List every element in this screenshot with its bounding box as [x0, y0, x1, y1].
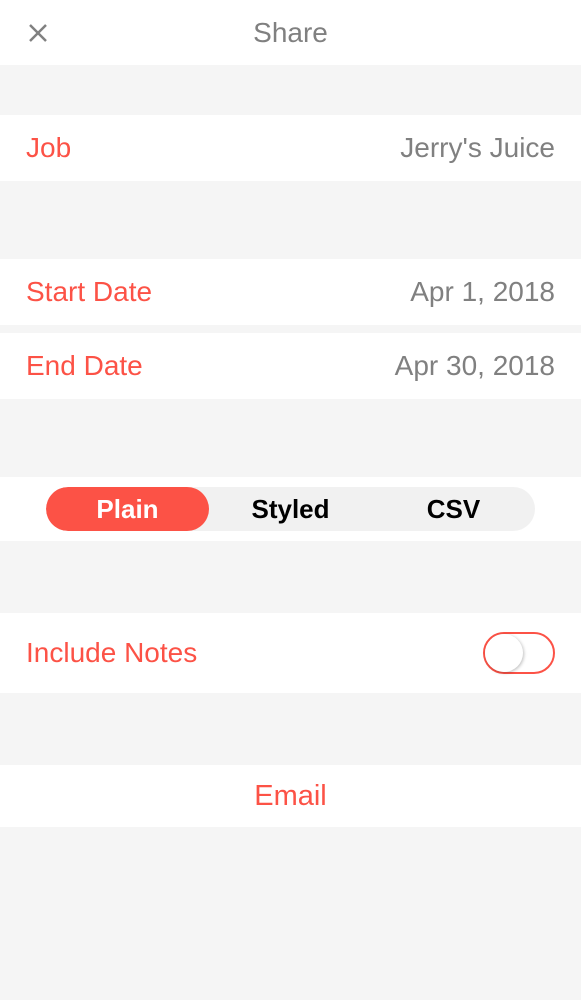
page-title: Share	[253, 17, 328, 49]
email-label: Email	[254, 780, 327, 813]
format-option-plain[interactable]: Plain	[46, 487, 209, 531]
spacer	[0, 325, 581, 333]
job-label: Job	[26, 132, 71, 164]
include-notes-toggle[interactable]	[483, 632, 555, 674]
include-notes-row: Include Notes	[0, 613, 581, 693]
format-segment-wrapper: Plain Styled CSV	[0, 477, 581, 541]
format-option-csv[interactable]: CSV	[372, 487, 535, 531]
format-option-styled[interactable]: Styled	[209, 487, 372, 531]
spacer	[0, 181, 581, 259]
format-segment-control: Plain Styled CSV	[46, 487, 535, 531]
end-date-value: Apr 30, 2018	[395, 350, 555, 382]
start-date-row[interactable]: Start Date Apr 1, 2018	[0, 259, 581, 325]
include-notes-label: Include Notes	[26, 637, 197, 669]
end-date-row[interactable]: End Date Apr 30, 2018	[0, 333, 581, 399]
job-row[interactable]: Job Jerry's Juice	[0, 115, 581, 181]
spacer	[0, 541, 581, 613]
spacer	[0, 693, 581, 765]
spacer	[0, 399, 581, 477]
end-date-label: End Date	[26, 350, 143, 382]
start-date-value: Apr 1, 2018	[410, 276, 555, 308]
email-button[interactable]: Email	[0, 765, 581, 827]
close-button[interactable]	[22, 17, 54, 49]
job-value: Jerry's Juice	[400, 132, 555, 164]
start-date-label: Start Date	[26, 276, 152, 308]
toggle-knob	[485, 634, 523, 672]
spacer	[0, 65, 581, 115]
close-icon	[26, 21, 50, 45]
header-bar: Share	[0, 0, 581, 65]
